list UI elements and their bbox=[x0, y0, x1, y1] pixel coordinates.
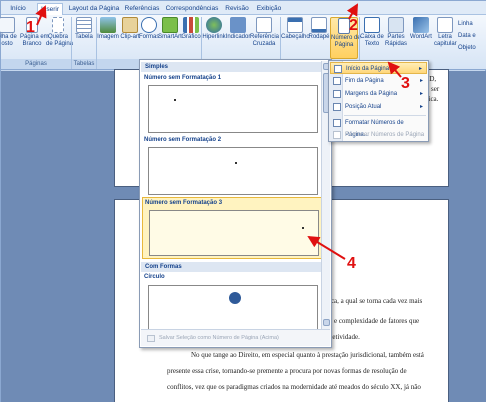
tab-revisao[interactable]: Revisão bbox=[223, 3, 251, 15]
grafico-button[interactable]: Gráfico bbox=[181, 17, 201, 41]
annotation-number-3: 3 bbox=[401, 75, 410, 92]
text-box-icon bbox=[364, 17, 380, 33]
small-buttons-column: Linha Data e Objeto bbox=[458, 18, 476, 54]
header-icon bbox=[287, 17, 303, 33]
annotation-number-4: 4 bbox=[347, 255, 356, 272]
gallery-item-plain-1[interactable] bbox=[148, 85, 318, 133]
menu-item-fim-da-pagina[interactable]: Fim da Página ▸ bbox=[330, 75, 427, 87]
doc-line: dade e complexidade de fatores que bbox=[319, 317, 420, 325]
letra-capitular-button[interactable]: Letra capitular bbox=[434, 17, 457, 48]
submenu-arrow-icon: ▸ bbox=[419, 78, 423, 84]
menu-item-remover-numeros: Remover Números de Página bbox=[330, 129, 427, 141]
page-number-marker bbox=[174, 99, 176, 101]
cover-page-icon bbox=[0, 17, 15, 33]
menu-item-formatar-numeros[interactable]: Formatar Números de Página... bbox=[330, 117, 427, 138]
gallery-item-title: Número sem Formatação 2 bbox=[144, 137, 222, 143]
tabela-button[interactable]: Tabela bbox=[73, 17, 95, 41]
menu-item-posicao-atual[interactable]: Posição Atual ▸ bbox=[330, 101, 427, 113]
doc-line: presente essa crise, tornando-se prement… bbox=[167, 367, 407, 375]
objeto-button[interactable]: Objeto bbox=[458, 42, 476, 54]
gallery-item-title: Número sem Formatação 3 bbox=[145, 200, 223, 206]
save-selection-option: Salvar Seleção como Número de Página (Ac… bbox=[141, 329, 330, 346]
wordart-icon bbox=[413, 17, 429, 33]
data-e-hora-button[interactable]: Data e bbox=[458, 30, 476, 42]
menu-separator bbox=[344, 115, 426, 116]
group-label-paginas: Páginas bbox=[1, 59, 71, 69]
submenu-arrow-icon: ▸ bbox=[419, 91, 423, 97]
ribbon-tab-bar: Início Inserir Layout da Página Referênc… bbox=[1, 1, 486, 16]
imagem-button[interactable]: Imagem bbox=[97, 17, 119, 41]
cabecalho-button[interactable]: Cabeçalho bbox=[281, 17, 310, 41]
indicador-button[interactable]: Indicador bbox=[225, 17, 251, 41]
menu-item-margens-da-pagina[interactable]: Margens da Página ▸ bbox=[330, 88, 427, 100]
page-break-icon bbox=[52, 17, 64, 33]
top-of-page-icon bbox=[334, 65, 342, 73]
annotation-number-1: 1 bbox=[26, 19, 35, 36]
word-window: Início Inserir Layout da Página Referênc… bbox=[0, 0, 486, 402]
circle-number-icon bbox=[229, 292, 241, 304]
menu-item-inicio-da-pagina[interactable]: Início da Página ▸ bbox=[330, 62, 427, 74]
scroll-down-button[interactable] bbox=[323, 319, 330, 326]
smartart-button[interactable]: SmartArt bbox=[158, 17, 182, 41]
quick-parts-icon bbox=[388, 17, 404, 33]
tab-referencias[interactable]: Referências bbox=[121, 3, 163, 15]
submenu-arrow-icon: ▸ bbox=[418, 66, 422, 72]
clip-art-button[interactable]: Clip-art bbox=[119, 17, 141, 41]
page-number-gallery: Simples Número sem Formatação 1 Número s… bbox=[139, 59, 332, 348]
picture-icon bbox=[100, 17, 116, 33]
tab-exibicao[interactable]: Exibição bbox=[253, 3, 285, 15]
tab-layout[interactable]: Layout da Página bbox=[67, 3, 121, 15]
chart-icon bbox=[183, 17, 199, 33]
smartart-icon bbox=[162, 17, 178, 33]
bottom-of-page-icon bbox=[333, 77, 341, 85]
page-number-menu: Início da Página ▸ Fim da Página ▸ Marge… bbox=[328, 60, 429, 142]
caixa-de-texto-button[interactable]: Caixa de Texto bbox=[360, 17, 384, 48]
tab-inicio[interactable]: Início bbox=[5, 3, 31, 15]
partes-rapidas-button[interactable]: Partes Rápidas bbox=[384, 17, 408, 48]
gallery-item-circulo[interactable] bbox=[148, 285, 318, 331]
gallery-item-title: Número sem Formatação 1 bbox=[144, 75, 222, 81]
format-page-numbers-icon bbox=[333, 119, 341, 127]
remove-page-numbers-icon bbox=[333, 131, 341, 139]
table-icon bbox=[76, 17, 92, 33]
linha-assinatura-button[interactable]: Linha bbox=[458, 18, 476, 30]
annotation-number-2: 2 bbox=[349, 17, 358, 34]
save-selection-icon bbox=[147, 335, 155, 342]
shapes-icon bbox=[141, 17, 157, 33]
gallery-item-title: Círculo bbox=[144, 274, 165, 280]
gallery-item-plain-3[interactable] bbox=[149, 210, 319, 256]
tab-correspondencias[interactable]: Correspondências bbox=[163, 3, 221, 15]
page-number-marker bbox=[302, 227, 304, 229]
clip-art-icon bbox=[122, 17, 138, 33]
page-number-marker bbox=[235, 162, 237, 164]
group-label-tabelas: Tabelas bbox=[72, 59, 96, 69]
quebra-de-pagina-button[interactable]: Quebra de Página bbox=[46, 17, 73, 48]
doc-line: conflitos, vez que os paradigmas criados… bbox=[167, 383, 421, 391]
wordart-button[interactable]: WordArt bbox=[408, 17, 434, 41]
submenu-arrow-icon: ▸ bbox=[419, 104, 423, 110]
formas-button[interactable]: Formas bbox=[139, 17, 159, 41]
gallery-item-plain-3-selected[interactable]: Número sem Formatação 3 bbox=[142, 197, 322, 259]
page-margins-icon bbox=[333, 90, 341, 98]
hiperlink-button[interactable]: Hiperlink bbox=[202, 17, 226, 41]
bookmark-icon bbox=[230, 17, 246, 33]
gallery-section-simples: Simples bbox=[141, 62, 321, 72]
footer-icon bbox=[311, 17, 327, 33]
folha-de-rosto-button[interactable]: olha de osto bbox=[0, 17, 19, 48]
gallery-section-com-formas: Com Formas bbox=[141, 262, 321, 272]
gallery-item-plain-2[interactable] bbox=[148, 147, 318, 195]
current-position-icon bbox=[333, 103, 341, 111]
hyperlink-globe-icon bbox=[206, 17, 222, 33]
doc-fragment: ser bbox=[431, 85, 440, 93]
rodape-button[interactable]: Rodapé bbox=[308, 17, 330, 41]
cross-reference-icon bbox=[256, 17, 272, 33]
doc-line: No que tange ao Direito, em especial qua… bbox=[191, 351, 424, 359]
drop-cap-icon bbox=[437, 17, 453, 33]
referencia-cruzada-button[interactable]: Referência Cruzada bbox=[250, 17, 279, 48]
